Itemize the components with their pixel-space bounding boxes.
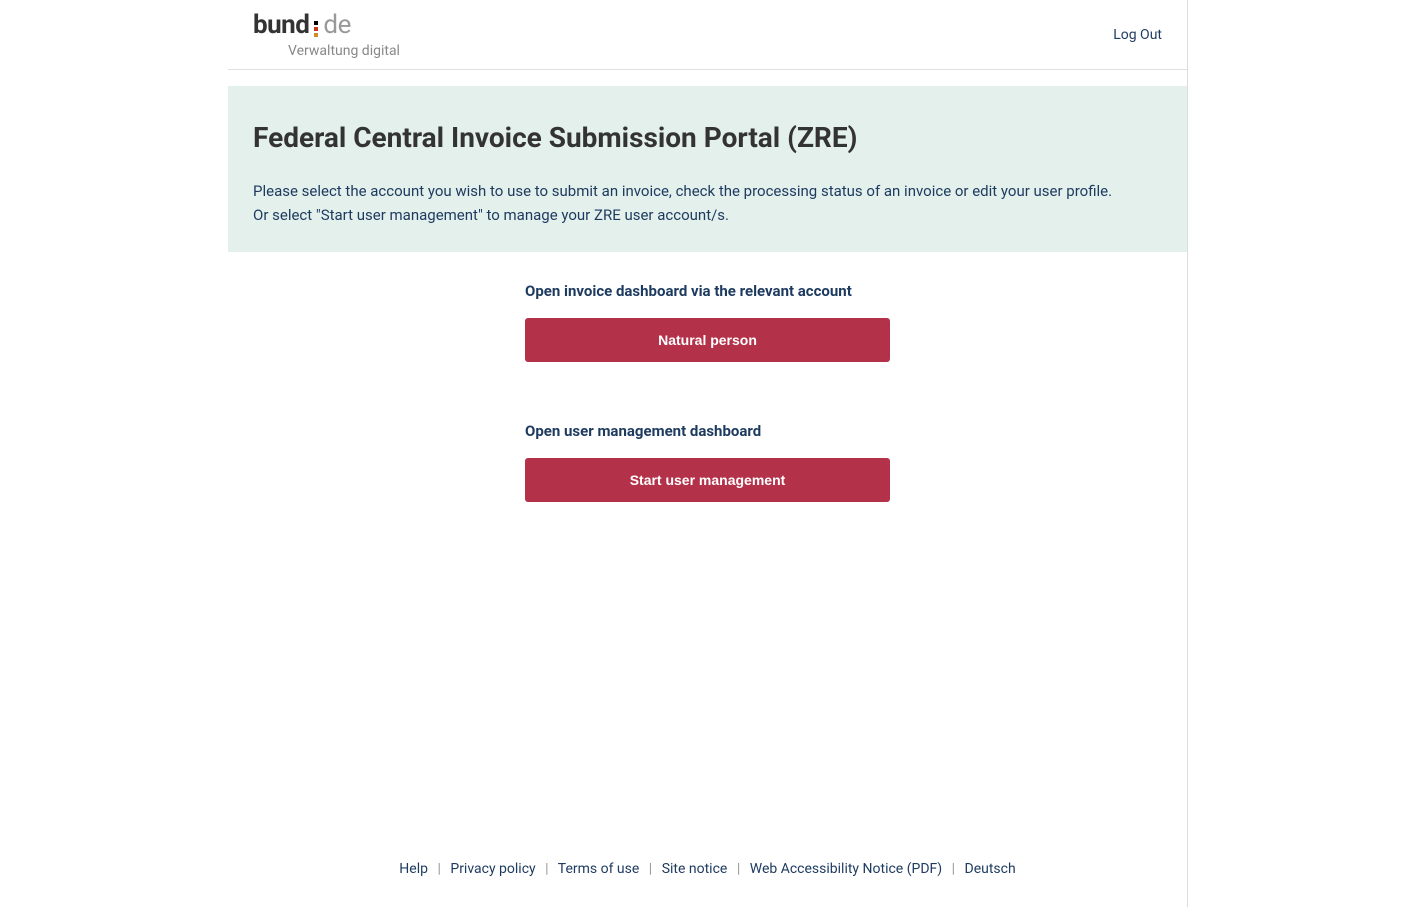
start-user-management-button[interactable]: Start user management xyxy=(525,458,890,502)
footer-link-help[interactable]: Help xyxy=(399,861,428,877)
footer-link-accessibility[interactable]: Web Accessibility Notice (PDF) xyxy=(750,861,942,877)
logo-subtitle: Verwaltung digital xyxy=(288,43,400,59)
footer: Help | Privacy policy | Terms of use | S… xyxy=(228,841,1187,907)
logo-text-de: de xyxy=(323,10,350,40)
header: bund de Verwaltung digital Log Out xyxy=(228,0,1187,70)
logout-link[interactable]: Log Out xyxy=(1113,27,1162,43)
user-management-heading: Open user management dashboard xyxy=(525,422,890,440)
footer-link-deutsch[interactable]: Deutsch xyxy=(965,861,1016,877)
banner-instruction-1: Please select the account you wish to us… xyxy=(253,179,1162,203)
page-title: Federal Central Invoice Submission Porta… xyxy=(253,121,1162,154)
footer-link-site-notice[interactable]: Site notice xyxy=(662,861,728,877)
banner: Federal Central Invoice Submission Porta… xyxy=(228,86,1187,252)
main-content: Open invoice dashboard via the relevant … xyxy=(525,282,890,841)
footer-link-terms[interactable]: Terms of use xyxy=(558,861,640,877)
natural-person-button[interactable]: Natural person xyxy=(525,318,890,362)
footer-separator: | xyxy=(649,861,652,877)
footer-separator: | xyxy=(437,861,440,877)
logo-dots-icon xyxy=(314,21,318,37)
invoice-dashboard-heading: Open invoice dashboard via the relevant … xyxy=(525,282,890,300)
logo-text-bund: bund xyxy=(253,10,309,40)
footer-separator: | xyxy=(545,861,548,877)
logo: bund de Verwaltung digital xyxy=(253,10,400,59)
footer-separator: | xyxy=(952,861,955,877)
footer-link-privacy[interactable]: Privacy policy xyxy=(450,861,535,877)
banner-instruction-2: Or select "Start user management" to man… xyxy=(253,203,1162,227)
footer-separator: | xyxy=(737,861,740,877)
